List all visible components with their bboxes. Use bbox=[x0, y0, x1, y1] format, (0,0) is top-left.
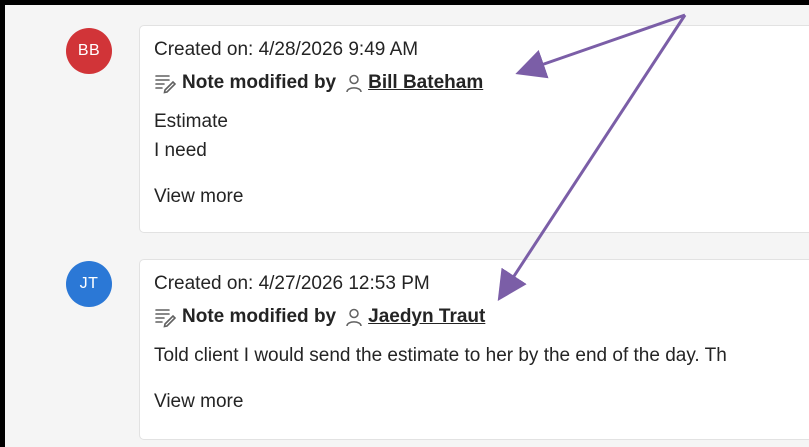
view-more-link[interactable]: View more bbox=[154, 185, 809, 209]
view-more-link[interactable]: View more bbox=[154, 390, 809, 414]
created-date: Created on: 4/28/2026 9:49 AM bbox=[154, 39, 419, 60]
note-title-row: Note modified by Bill Bateham bbox=[154, 71, 809, 95]
note-icon bbox=[154, 306, 176, 328]
note-title-row: Note modified by Jaedyn Traut bbox=[154, 305, 809, 329]
person-icon bbox=[344, 307, 364, 327]
note-icon bbox=[154, 72, 176, 94]
created-date: Created on: 4/27/2026 12:53 PM bbox=[154, 273, 430, 294]
timeline: BB Created on: 4/28/2026 9:49 AM Note mo… bbox=[5, 5, 809, 447]
timeline-note-card[interactable]: Created on: 4/28/2026 9:49 AM Note modif… bbox=[139, 25, 809, 233]
note-body-line: Told client I would send the estimate to… bbox=[154, 345, 727, 366]
avatar-initials: JT bbox=[79, 275, 99, 292]
note-title: Note modified by bbox=[182, 306, 337, 327]
timeline-frame: BB Created on: 4/28/2026 9:49 AM Note mo… bbox=[5, 5, 809, 447]
note-body: Told client I would send the estimate to… bbox=[154, 341, 809, 370]
timeline-note-card[interactable]: Created on: 4/27/2026 12:53 PM Note modi… bbox=[139, 259, 809, 440]
note-body: Estimate I need bbox=[154, 107, 809, 165]
avatar[interactable]: JT bbox=[66, 261, 112, 307]
avatar[interactable]: BB bbox=[66, 28, 112, 74]
author-link[interactable]: Jaedyn Traut bbox=[368, 305, 485, 329]
author-link[interactable]: Bill Bateham bbox=[368, 71, 483, 95]
person-icon bbox=[344, 73, 364, 93]
note-body-line: I need bbox=[154, 140, 207, 161]
note-body-line: Estimate bbox=[154, 111, 228, 132]
avatar-initials: BB bbox=[77, 42, 101, 59]
note-title: Note modified by bbox=[182, 72, 337, 93]
